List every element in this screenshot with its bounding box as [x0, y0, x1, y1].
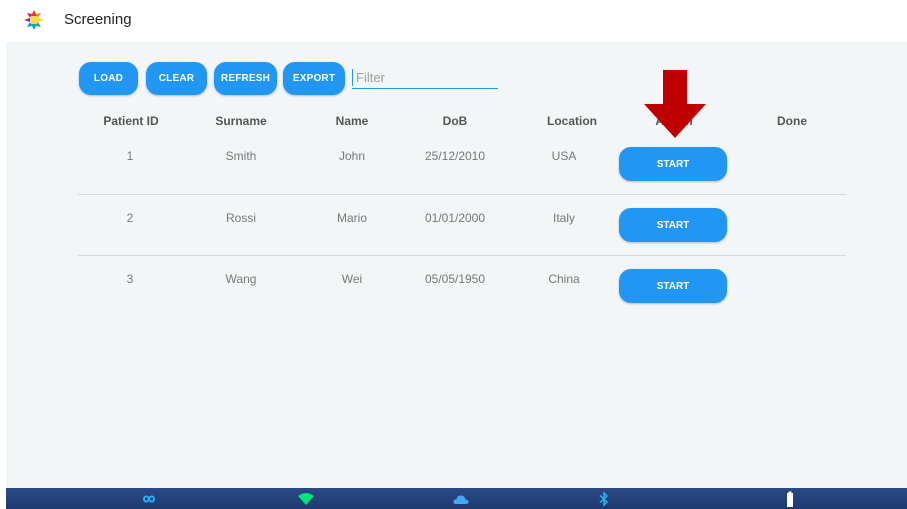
bluetooth-icon — [599, 491, 609, 507]
main-panel — [6, 42, 907, 488]
clear-button[interactable]: CLEAR — [146, 62, 207, 95]
column-header-patient-id: Patient ID — [103, 114, 159, 128]
load-button[interactable]: LOAD — [79, 62, 138, 95]
app-header: Screening — [0, 0, 907, 42]
cell-name: Wei — [341, 272, 363, 286]
row-divider — [78, 194, 846, 195]
cell-name: John — [338, 149, 366, 163]
cell-dob: 01/01/2000 — [424, 211, 486, 225]
cell-location: USA — [551, 149, 577, 163]
refresh-button[interactable]: REFRESH — [214, 62, 277, 95]
cell-patient-id: 1 — [126, 149, 134, 163]
app-title: Screening — [64, 11, 132, 28]
status-bar — [6, 488, 907, 509]
start-button[interactable]: START — [619, 208, 727, 242]
screening-app: Screening LOAD CLEAR REFRESH EXPORT Pati… — [0, 0, 907, 509]
cell-patient-id: 3 — [126, 272, 134, 286]
cell-surname: Rossi — [225, 211, 256, 225]
cell-dob: 25/12/2010 — [424, 149, 486, 163]
start-button[interactable]: START — [619, 269, 727, 303]
row-divider — [78, 255, 846, 256]
column-header-name: Name — [335, 114, 369, 128]
cell-dob: 05/05/1950 — [424, 272, 486, 286]
column-header-surname: Surname — [215, 114, 267, 128]
cell-patient-id: 2 — [126, 211, 134, 225]
wifi-icon — [298, 493, 314, 505]
filter-input[interactable] — [352, 66, 498, 89]
arrow-down-icon — [644, 70, 706, 138]
cell-location: China — [548, 272, 580, 286]
cell-surname: Wang — [225, 272, 257, 286]
text-cursor — [352, 69, 353, 86]
battery-icon — [787, 491, 793, 507]
column-header-location: Location — [547, 114, 597, 128]
column-header-done: Done — [777, 114, 807, 128]
start-button[interactable]: START — [619, 147, 727, 181]
cell-surname: Smith — [225, 149, 257, 163]
cloud-icon — [453, 495, 469, 504]
export-button[interactable]: EXPORT — [283, 62, 345, 95]
column-header-dob: DoB — [442, 114, 468, 128]
cell-name: Mario — [336, 211, 367, 225]
cell-location: Italy — [552, 211, 575, 225]
app-logo-icon — [24, 10, 44, 30]
infinity-icon — [143, 495, 155, 503]
